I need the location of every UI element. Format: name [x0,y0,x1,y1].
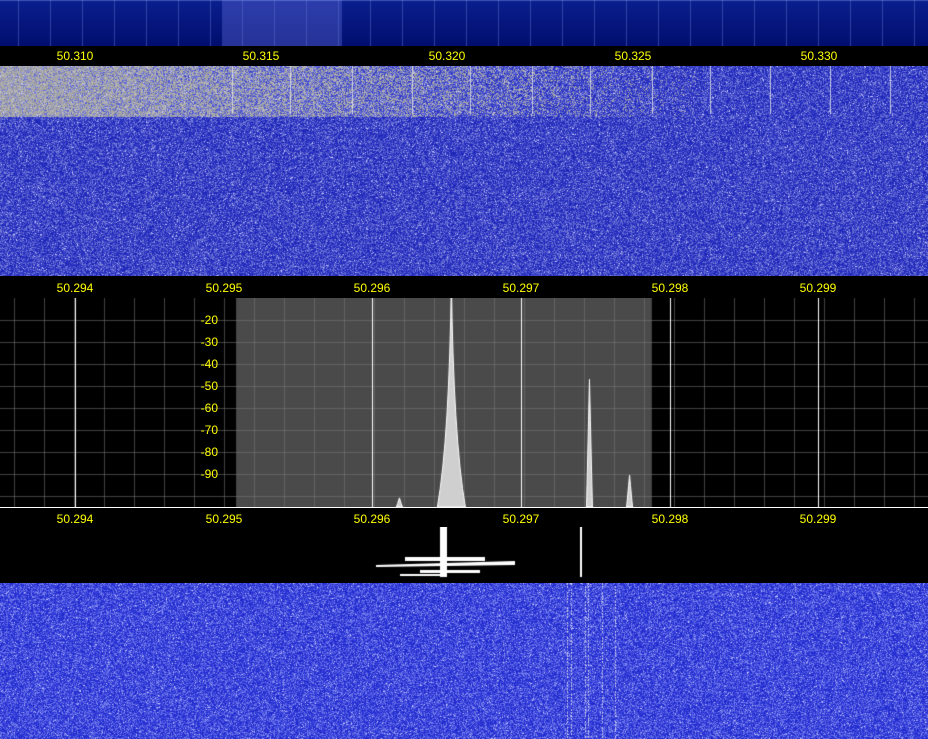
waterfall-scale-label: 50.294 [56,512,94,526]
db-label: -60 [200,401,218,415]
spectrum-scale-label: 50.294 [56,281,94,295]
waterfall-scale-label: 50.295 [205,512,243,526]
db-label: -30 [200,335,218,349]
waterfall-frequency-scale[interactable]: 50.294 50.295 50.296 50.297 50.298 50.29… [0,507,928,528]
db-label: -80 [200,445,218,459]
top-scale-label: 50.325 [614,49,652,63]
top-scale-label: 50.330 [800,49,838,63]
db-axis: -20 -30 -40 -50 -60 -70 -80 -90 [160,298,218,507]
wide-waterfall[interactable] [0,66,928,276]
waterfall-scale-label: 50.299 [799,512,837,526]
waterfall-scale-label: 50.297 [502,512,540,526]
spectrum-frequency-scale[interactable]: 50.294 50.295 50.296 50.297 50.298 50.29… [0,276,928,298]
narrow-waterfall[interactable] [0,583,928,739]
top-scale-label: 50.320 [428,49,466,63]
db-label: -90 [200,467,218,481]
spectrum-display[interactable] [0,298,928,507]
spectrum-scale-label: 50.296 [353,281,391,295]
top-scale-label: 50.310 [56,49,94,63]
spectrum-scale-label: 50.297 [502,281,540,295]
waterfall-scale-label: 50.296 [353,512,391,526]
spectrum-scale-label: 50.295 [205,281,243,295]
narrow-waterfall-canvas[interactable] [0,583,928,739]
spectrum-scale-label: 50.299 [799,281,837,295]
db-label: -70 [200,423,218,437]
overview-strip[interactable] [0,0,928,46]
overview-waterfall[interactable] [0,0,928,46]
db-label: -40 [200,357,218,371]
db-label: -50 [200,379,218,393]
db-label: -20 [200,313,218,327]
waterfall-scale-label: 50.298 [651,512,689,526]
top-scale-label: 50.315 [242,49,280,63]
top-frequency-scale[interactable]: 50.310 50.315 50.320 50.325 50.330 [0,46,928,66]
signal-scope-canvas[interactable] [0,527,928,583]
spectrum-canvas[interactable] [0,298,928,507]
signal-scope[interactable] [0,527,928,583]
wide-waterfall-canvas[interactable] [0,66,928,276]
spectrum-scale-label: 50.298 [651,281,689,295]
